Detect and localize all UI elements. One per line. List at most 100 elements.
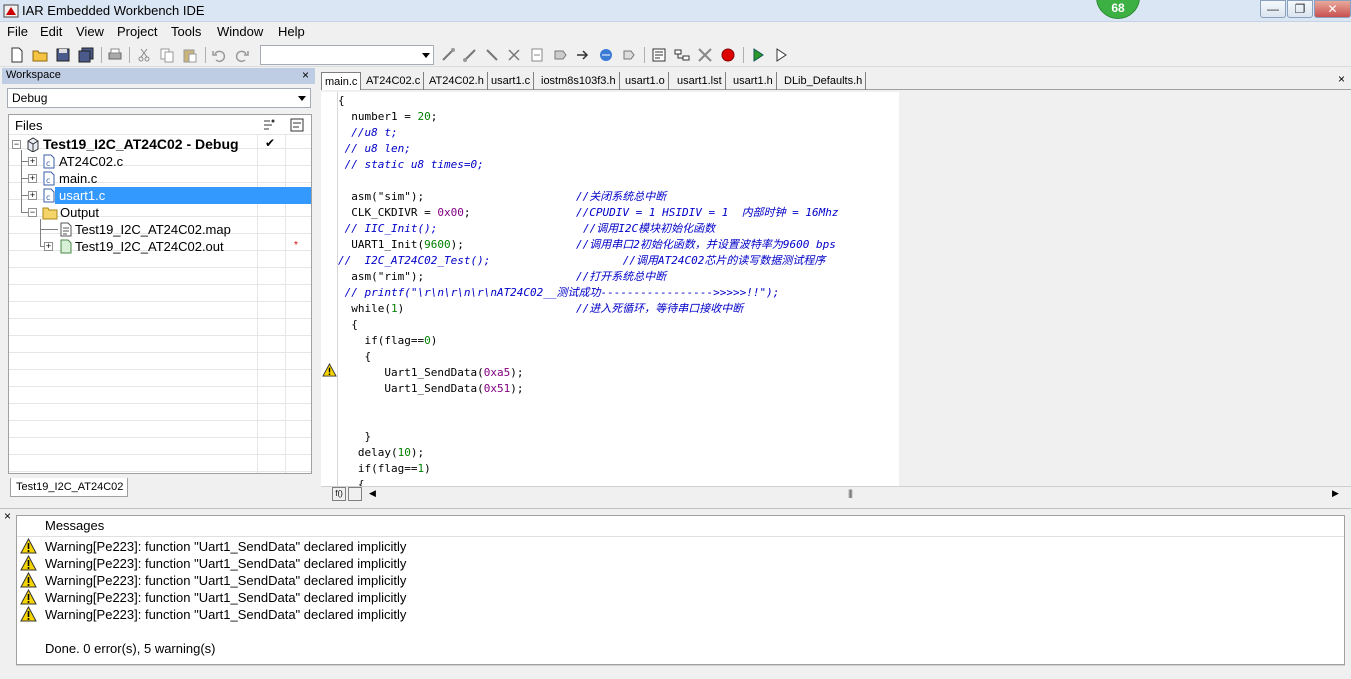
open-folder-icon[interactable] <box>31 46 49 64</box>
tree-item[interactable]: Test19_I2C_AT24C02.map <box>9 221 311 238</box>
code-line[interactable]: // I2C_AT24C02_Test(); //调用AT24C02芯片的读写数… <box>338 253 825 269</box>
tab-usart1-lst[interactable]: usart1.lst <box>674 72 726 90</box>
code-line[interactable]: { <box>338 477 365 486</box>
collapse-icon[interactable]: − <box>12 140 21 149</box>
tree-project[interactable]: − Test19_I2C_AT24C02 - Debug ✔ <box>9 136 311 153</box>
notification-badge[interactable]: 68 <box>1096 0 1140 19</box>
options-column-icon[interactable] <box>261 117 277 133</box>
save-all-icon[interactable] <box>77 46 95 64</box>
scroll-grip[interactable]: ||| <box>848 488 853 498</box>
minimize-button[interactable]: — <box>1260 0 1286 18</box>
code-line[interactable]: if(flag==1) <box>338 461 431 477</box>
chevron-down-icon[interactable] <box>298 96 306 101</box>
editor-horizontal-scrollbar[interactable]: f() ◀ ||| ▶ <box>321 486 1351 501</box>
code-line[interactable]: asm("sim"); //关闭系统总中断 <box>338 189 666 205</box>
menu-file[interactable]: File <box>7 24 28 39</box>
toggle-bookmark-icon[interactable] <box>551 46 569 64</box>
expand-icon[interactable]: + <box>28 174 37 183</box>
workspace-close-icon[interactable]: × <box>302 68 309 83</box>
messages-list[interactable]: Messages Warning[Pe223]: function "Uart1… <box>16 515 1345 665</box>
code-line[interactable]: while(1) //进入死循环，等待串口接收中断 <box>338 301 743 317</box>
menu-edit[interactable]: Edit <box>40 24 62 39</box>
navigate-icon[interactable] <box>597 46 615 64</box>
code-line[interactable]: number1 = 20; <box>338 109 437 125</box>
tree-item[interactable]: + c main.c <box>9 170 311 187</box>
editor-vertical-scrollbar[interactable] <box>1345 92 1351 486</box>
build-column-icon[interactable] <box>289 117 305 133</box>
scroll-right-icon[interactable]: ▶ <box>1332 488 1339 499</box>
scroll-left-icon[interactable]: ◀ <box>369 488 376 499</box>
close-button[interactable]: ✕ <box>1314 0 1351 18</box>
code-line[interactable]: Uart1_SendData(0xa5); <box>338 365 523 381</box>
menu-help[interactable]: Help <box>278 24 305 39</box>
messages-close-icon[interactable]: × <box>4 509 11 523</box>
code-line[interactable]: Uart1_SendData(0x51); <box>338 381 523 397</box>
tab-at24c02-h[interactable]: AT24C02.h <box>426 72 488 90</box>
code-line[interactable]: { <box>338 317 358 333</box>
replace-icon[interactable] <box>506 46 524 64</box>
code-line[interactable]: // printf("\r\n\r\n\r\nAT24C02__测试成功----… <box>338 285 780 301</box>
find-prev-icon[interactable] <box>462 46 480 64</box>
code-line[interactable]: // IIC_Init(); //调用I2C模块初始化函数 <box>338 221 716 237</box>
messages-horizontal-scrollbar[interactable] <box>16 665 1345 679</box>
stop-build-icon[interactable] <box>696 46 714 64</box>
tree-folder[interactable]: − Output <box>9 204 311 221</box>
new-file-icon[interactable] <box>8 46 26 64</box>
expand-icon[interactable]: + <box>44 242 53 251</box>
navigate-forward-icon[interactable] <box>620 46 638 64</box>
code-line[interactable]: // u8 len; <box>338 141 411 157</box>
code-line[interactable]: { <box>338 93 345 109</box>
undo-icon[interactable] <box>210 46 228 64</box>
code-line[interactable]: // static u8 times=0; <box>338 157 484 173</box>
editor-close-icon[interactable]: × <box>1338 72 1345 86</box>
debug-without-download-icon[interactable] <box>772 46 790 64</box>
editor-gutter[interactable] <box>321 92 338 486</box>
code-line[interactable]: CLK_CKDIVR = 0x00; //CPUDIV = 1 HSIDIV = … <box>338 205 838 221</box>
next-bookmark-icon[interactable] <box>574 46 592 64</box>
menu-project[interactable]: Project <box>117 24 157 39</box>
code-line[interactable]: if(flag==0) <box>338 333 437 349</box>
find-next-icon[interactable] <box>440 46 458 64</box>
download-debug-icon[interactable] <box>749 46 767 64</box>
print-icon[interactable] <box>106 46 124 64</box>
redo-icon[interactable] <box>233 46 251 64</box>
find-combo[interactable] <box>260 45 434 65</box>
toggle-breakpoint-icon[interactable] <box>719 46 737 64</box>
tab-dlib-defaults-h[interactable]: DLib_Defaults.h <box>781 72 867 90</box>
copy-icon[interactable] <box>158 46 176 64</box>
tab-iostm8s103f3-h[interactable]: iostm8s103f3.h <box>538 72 620 90</box>
restore-button[interactable]: ❐ <box>1287 0 1313 18</box>
find-icon[interactable] <box>484 46 502 64</box>
goto-icon[interactable] <box>528 46 546 64</box>
tab-usart1-h[interactable]: usart1.h <box>730 72 777 90</box>
tab-main-c[interactable]: main.c <box>321 72 362 90</box>
tab-usart1-c[interactable]: usart1.c <box>488 72 535 90</box>
workspace-tab[interactable]: Test19_I2C_AT24C02 <box>10 478 128 497</box>
tree-item-selected[interactable]: + c usart1.c <box>9 187 311 204</box>
compile-icon[interactable] <box>650 46 668 64</box>
menu-view[interactable]: View <box>76 24 104 39</box>
tab-at24c02-c[interactable]: AT24C02.c <box>363 72 425 90</box>
collapse-icon[interactable]: − <box>28 208 37 217</box>
menu-tools[interactable]: Tools <box>171 24 201 39</box>
make-icon[interactable] <box>673 46 691 64</box>
tree-item[interactable]: + Test19_I2C_AT24C02.out * <box>9 238 311 255</box>
function-navigator-button[interactable]: f() <box>332 487 346 501</box>
configuration-select[interactable]: Debug <box>7 88 311 108</box>
code-line[interactable]: { <box>338 349 371 365</box>
code-editor[interactable]: { number1 = 20; //u8 t; // u8 len; // st… <box>338 92 899 486</box>
code-line[interactable]: } <box>338 429 371 445</box>
code-line[interactable]: UART1_Init(9600); //调用串口2初始化函数，并设置波特率为960… <box>338 237 836 253</box>
expand-icon[interactable]: + <box>28 157 37 166</box>
code-line[interactable]: delay(10); <box>338 445 424 461</box>
code-line[interactable]: asm("rim"); //打开系统总中断 <box>338 269 666 285</box>
expand-icon[interactable]: + <box>28 191 37 200</box>
split-button[interactable] <box>348 487 362 501</box>
cut-icon[interactable] <box>135 46 153 64</box>
menu-window[interactable]: Window <box>217 24 263 39</box>
save-icon[interactable] <box>54 46 72 64</box>
tree-item[interactable]: + c AT24C02.c <box>9 153 311 170</box>
tab-usart1-o[interactable]: usart1.o <box>622 72 669 90</box>
code-line[interactable]: //u8 t; <box>338 125 397 141</box>
chevron-down-icon[interactable] <box>422 53 430 58</box>
